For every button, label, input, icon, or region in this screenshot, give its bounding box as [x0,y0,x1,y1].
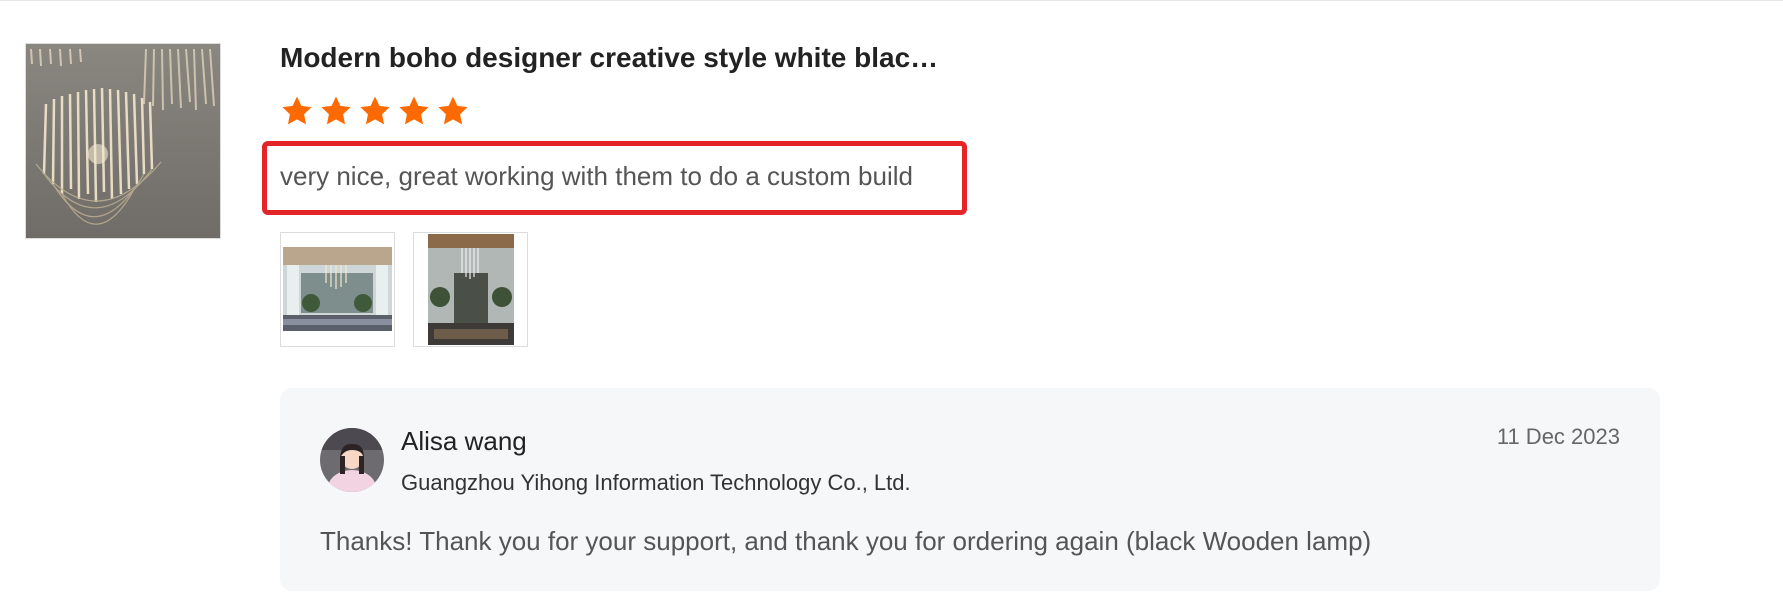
star-icon [397,94,431,128]
review-photo-lobby[interactable] [280,232,395,347]
replier-name: Alisa wang [401,426,527,456]
lobby-photo [281,233,394,346]
reply-text: Thanks! Thank you for your support, and … [320,526,1372,556]
product-thumbnail[interactable] [25,43,221,239]
review-card: Modern boho designer creative style whit… [0,0,1783,603]
reply-date: 11 Dec 2023 [1496,424,1620,449]
review-image-list [280,232,528,347]
star-icon [358,94,392,128]
avatar [320,428,384,492]
chandelier-image [26,44,220,238]
replier-company[interactable]: Guangzhou Yihong Information Technology … [401,470,911,496]
star-icon [319,94,353,128]
star-rating [280,93,1660,129]
star-icon [436,94,470,128]
seller-reply: Alisa wang Guangzhou Yihong Information … [280,388,1660,591]
review-text: very nice, great working with them to do… [280,161,913,191]
review-content: Modern boho designer creative style whit… [262,41,1660,591]
star-icon [280,94,314,128]
entrance-photo [414,233,527,346]
review-photo-entrance[interactable] [413,232,528,347]
product-title[interactable]: Modern boho designer creative style whit… [280,41,1660,75]
avatar-image [320,428,384,492]
